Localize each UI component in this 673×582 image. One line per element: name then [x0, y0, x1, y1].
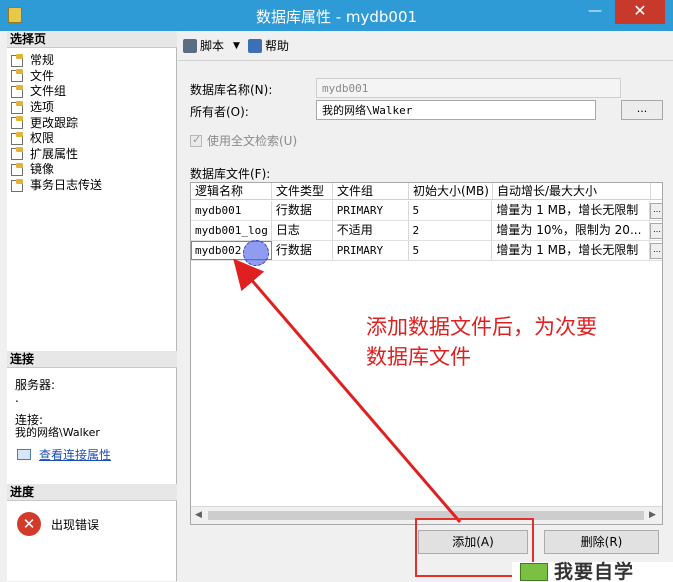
annotation-arrow — [233, 258, 462, 523]
watermark-text: 我要自学 — [554, 561, 635, 582]
annotation-line-1: 添加数据文件后，为次要 — [366, 315, 597, 339]
annotation-line-2: 数据库文件 — [366, 345, 471, 369]
watermark: 我要自学 — [512, 562, 673, 582]
annotation-text: 添加数据文件后，为次要 数据库文件 — [366, 312, 597, 372]
logo-icon — [520, 563, 548, 581]
